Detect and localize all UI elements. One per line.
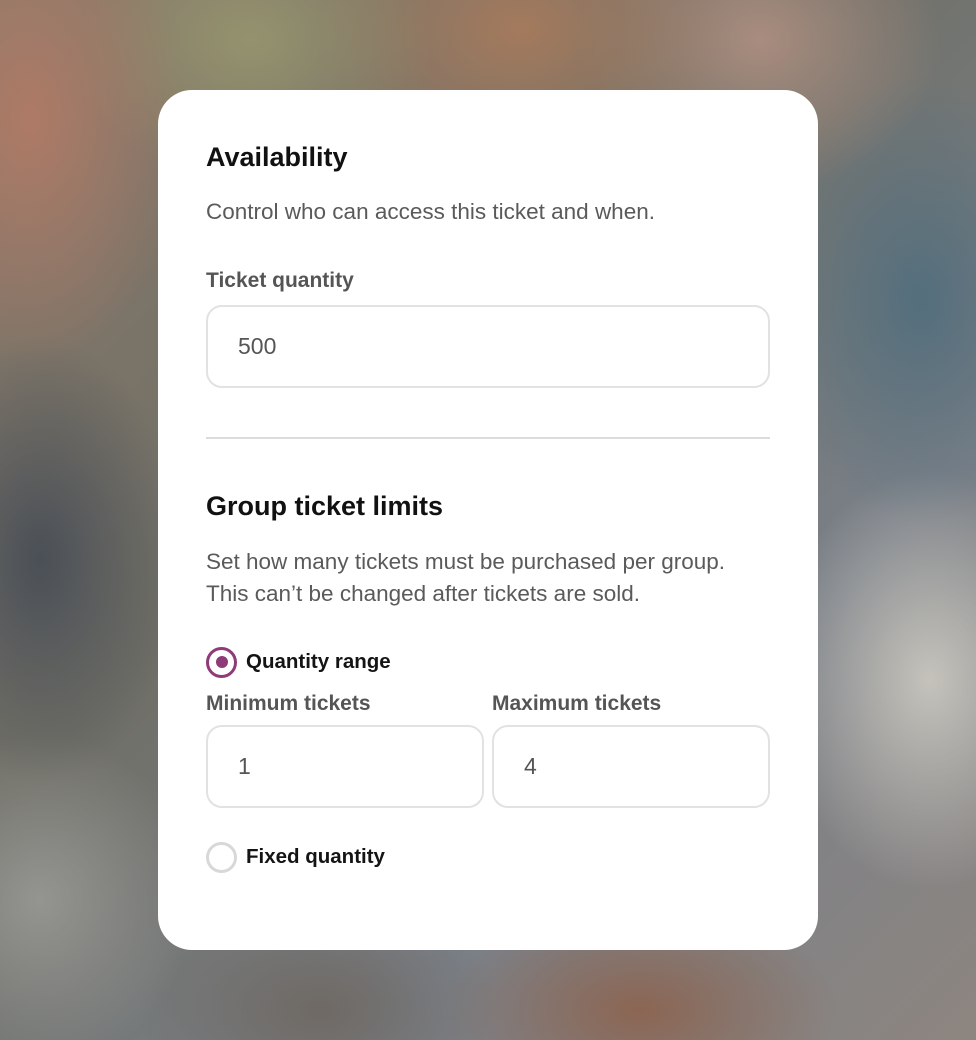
ticket-quantity-label: Ticket quantity [206, 269, 354, 292]
fixed-quantity-label: Fixed quantity [246, 845, 385, 868]
ticket-quantity-field: Ticket quantity 500 [206, 268, 770, 388]
availability-title: Availability [206, 142, 348, 172]
quantity-range-radio-selected-icon[interactable] [206, 646, 237, 678]
section-divider [206, 437, 770, 439]
fixed-quantity-radio-unselected-icon[interactable] [206, 841, 237, 873]
quantity-range-fields: Minimum tickets 1 Maximum tickets 4 [206, 691, 770, 808]
group-limits-description: Set how many tickets must be purchased p… [206, 549, 726, 606]
group-limits-title: Group ticket limits [206, 491, 444, 521]
quantity-range-option[interactable]: Quantity range [206, 646, 770, 678]
minimum-tickets-input[interactable]: 1 [206, 725, 484, 808]
maximum-tickets-input[interactable]: 4 [492, 725, 770, 808]
maximum-tickets-field: Maximum tickets 4 [492, 691, 770, 808]
ticket-quantity-input[interactable]: 500 [206, 305, 770, 388]
availability-card: Availability Control who can access this… [158, 90, 818, 950]
availability-description: Control who can access this ticket and w… [206, 199, 655, 224]
quantity-range-label: Quantity range [246, 650, 391, 673]
minimum-tickets-label: Minimum tickets [206, 692, 371, 715]
maximum-tickets-label: Maximum tickets [492, 692, 662, 715]
fixed-quantity-option[interactable]: Fixed quantity [206, 841, 770, 873]
minimum-tickets-field: Minimum tickets 1 [206, 691, 484, 808]
